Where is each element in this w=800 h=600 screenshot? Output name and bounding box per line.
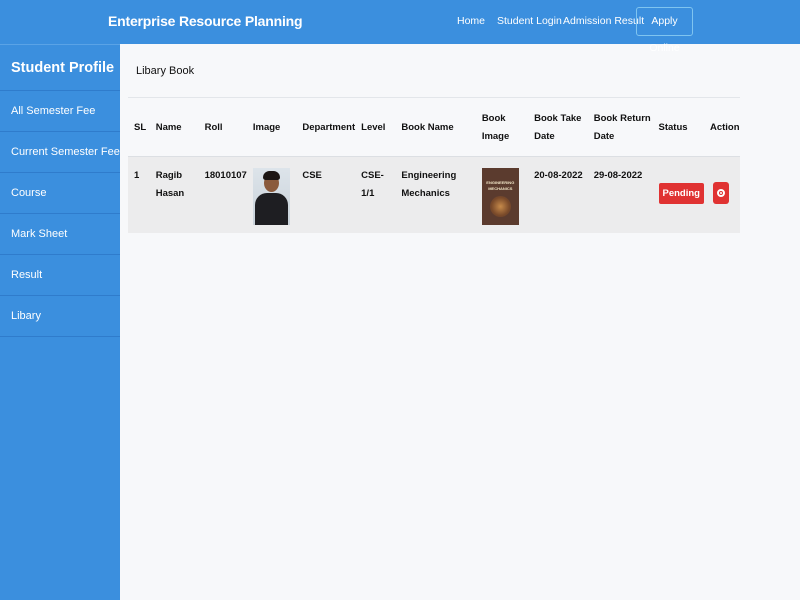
cell-book-image: ENGINEERING MECHANICS	[476, 156, 528, 233]
record-icon	[716, 188, 725, 197]
cell-level: CSE-1/1	[361, 169, 384, 199]
column-header-image: Image	[246, 100, 297, 157]
column-header-book-return-date: Book Return Date	[587, 100, 653, 157]
sidebar-title: Student Profile	[0, 44, 120, 91]
table-row: 1 Ragib Hasan 18010107 CSE CSE-1/1 Engin…	[128, 156, 740, 233]
column-header-book-image: Book Image	[475, 100, 529, 157]
sidebar-item-result[interactable]: Result	[0, 255, 120, 296]
cell-return-date: 29-08-2022	[593, 169, 643, 181]
action-button[interactable]	[712, 181, 729, 204]
status-badge-pending[interactable]: Pending	[658, 182, 704, 204]
cell-take-date: 20-08-2022	[534, 169, 583, 181]
column-header-department: Department	[296, 100, 356, 157]
main-content: Libary Book SL Name Roll Image Departmen…	[120, 44, 800, 600]
nav-admission-result-link[interactable]: Admission Result	[563, 15, 644, 27]
column-header-sl: SL	[128, 100, 150, 157]
page-title: Libary Book	[136, 65, 195, 77]
column-header-level: Level	[355, 100, 396, 157]
sidebar-item-libary[interactable]: Libary	[0, 296, 120, 337]
cell-status: Pending	[653, 156, 704, 233]
library-book-table: SL Name Roll Image Department Level Book…	[128, 100, 740, 233]
sidebar-item-current-semester-fee[interactable]: Current Semester Fee	[0, 132, 120, 173]
nav-student-login-link[interactable]: Student Login	[497, 15, 562, 27]
cell-action	[704, 156, 740, 233]
cell-book-name: Engineering Mechanics	[401, 169, 457, 199]
top-navbar: Enterprise Resource Planning Home Studen…	[0, 0, 800, 54]
apply-online-button[interactable]: Apply Online	[636, 7, 693, 54]
nav-home-link[interactable]: Home	[457, 15, 485, 27]
column-header-roll: Roll	[198, 100, 247, 157]
column-header-book-take-date: Book Take Date	[528, 100, 588, 157]
sidebar-item-course[interactable]: Course	[0, 173, 120, 214]
column-header-action: Action	[703, 100, 740, 157]
sidebar: Student Profile All Semester Fee Current…	[0, 44, 120, 600]
sidebar-item-all-semester-fee[interactable]: All Semester Fee	[0, 91, 120, 132]
column-header-book-name: Book Name	[395, 100, 476, 157]
cell-image	[247, 156, 296, 233]
cell-name: Ragib Hasan	[155, 169, 185, 199]
card-header: Libary Book	[128, 44, 740, 98]
brand-title[interactable]: Enterprise Resource Planning	[108, 13, 303, 29]
cell-sl: 1	[134, 169, 140, 181]
column-header-name: Name	[149, 100, 199, 157]
column-header-status: Status	[652, 100, 704, 157]
cell-department: CSE	[302, 169, 322, 181]
table-header-row: SL Name Roll Image Department Level Book…	[128, 100, 740, 157]
sidebar-item-mark-sheet[interactable]: Mark Sheet	[0, 214, 120, 255]
book-cover-title: ENGINEERING MECHANICS	[486, 179, 515, 191]
student-photo	[252, 167, 290, 225]
cell-roll: 18010107	[204, 169, 247, 181]
book-cover-image: ENGINEERING MECHANICS	[481, 167, 519, 225]
